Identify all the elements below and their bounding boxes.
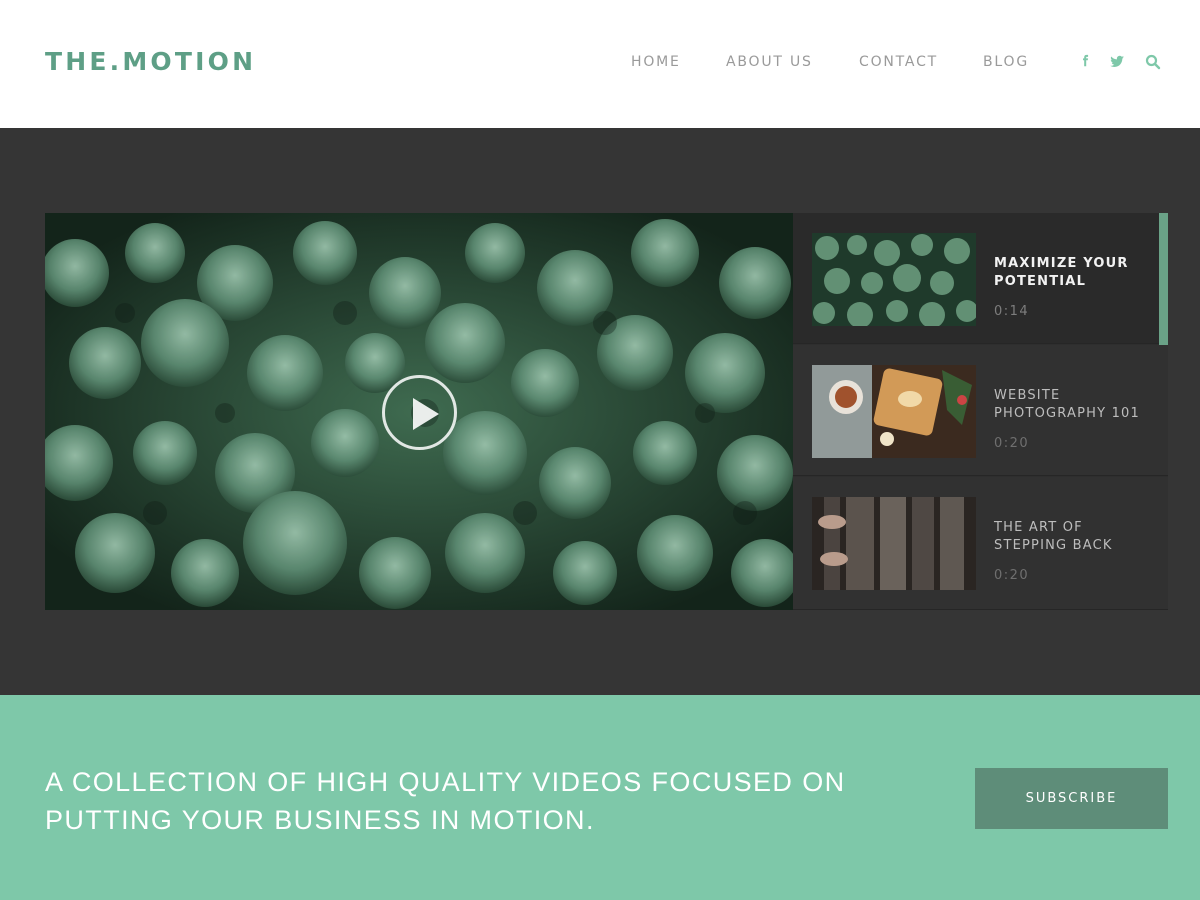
site-header: THE.MOTION HOME ABOUT US CONTACT BLOG <box>0 0 1200 128</box>
playlist-item[interactable]: MAXIMIZE YOUR POTENTIAL 0:14 <box>793 213 1168 345</box>
site-logo[interactable]: THE.MOTION <box>45 47 256 76</box>
subscribe-button[interactable]: SUBSCRIBE <box>975 768 1168 829</box>
playlist-item[interactable]: THE ART OF STEPPING BACK 0:20 <box>793 477 1168 610</box>
playlist-item-title: MAXIMIZE YOUR POTENTIAL <box>994 256 1129 289</box>
playlist-thumbnail <box>812 365 976 458</box>
nav-home[interactable]: HOME <box>631 54 681 70</box>
play-button[interactable] <box>382 375 457 450</box>
nav-about-us[interactable]: ABOUT US <box>726 54 813 70</box>
playlist-thumbnail <box>812 233 976 326</box>
twitter-icon[interactable] <box>1109 54 1125 70</box>
nav-blog[interactable]: BLOG <box>983 54 1029 70</box>
playlist-thumbnail <box>812 497 976 590</box>
active-indicator <box>1159 213 1168 345</box>
video-player[interactable] <box>45 213 793 610</box>
playlist-item-title: WEBSITE PHOTOGRAPHY 101 <box>994 388 1140 421</box>
playlist-item-duration: 0:14 <box>994 304 1030 319</box>
subscribe-banner: A COLLECTION OF HIGH QUALITY VIDEOS FOCU… <box>0 695 1200 900</box>
play-icon <box>413 398 439 430</box>
playlist-item-duration: 0:20 <box>994 568 1030 583</box>
tagline: A COLLECTION OF HIGH QUALITY VIDEOS FOCU… <box>45 767 846 835</box>
nav-contact[interactable]: CONTACT <box>859 54 938 70</box>
search-icon[interactable] <box>1145 54 1161 70</box>
playlist-item-title: THE ART OF STEPPING BACK <box>994 520 1113 553</box>
playlist-item-duration: 0:20 <box>994 436 1030 451</box>
video-section: MAXIMIZE YOUR POTENTIAL 0:14 WEBSITE PHO… <box>0 128 1200 695</box>
facebook-icon[interactable] <box>1078 54 1094 70</box>
video-playlist: MAXIMIZE YOUR POTENTIAL 0:14 WEBSITE PHO… <box>793 213 1168 610</box>
playlist-item[interactable]: WEBSITE PHOTOGRAPHY 101 0:20 <box>793 345 1168 476</box>
